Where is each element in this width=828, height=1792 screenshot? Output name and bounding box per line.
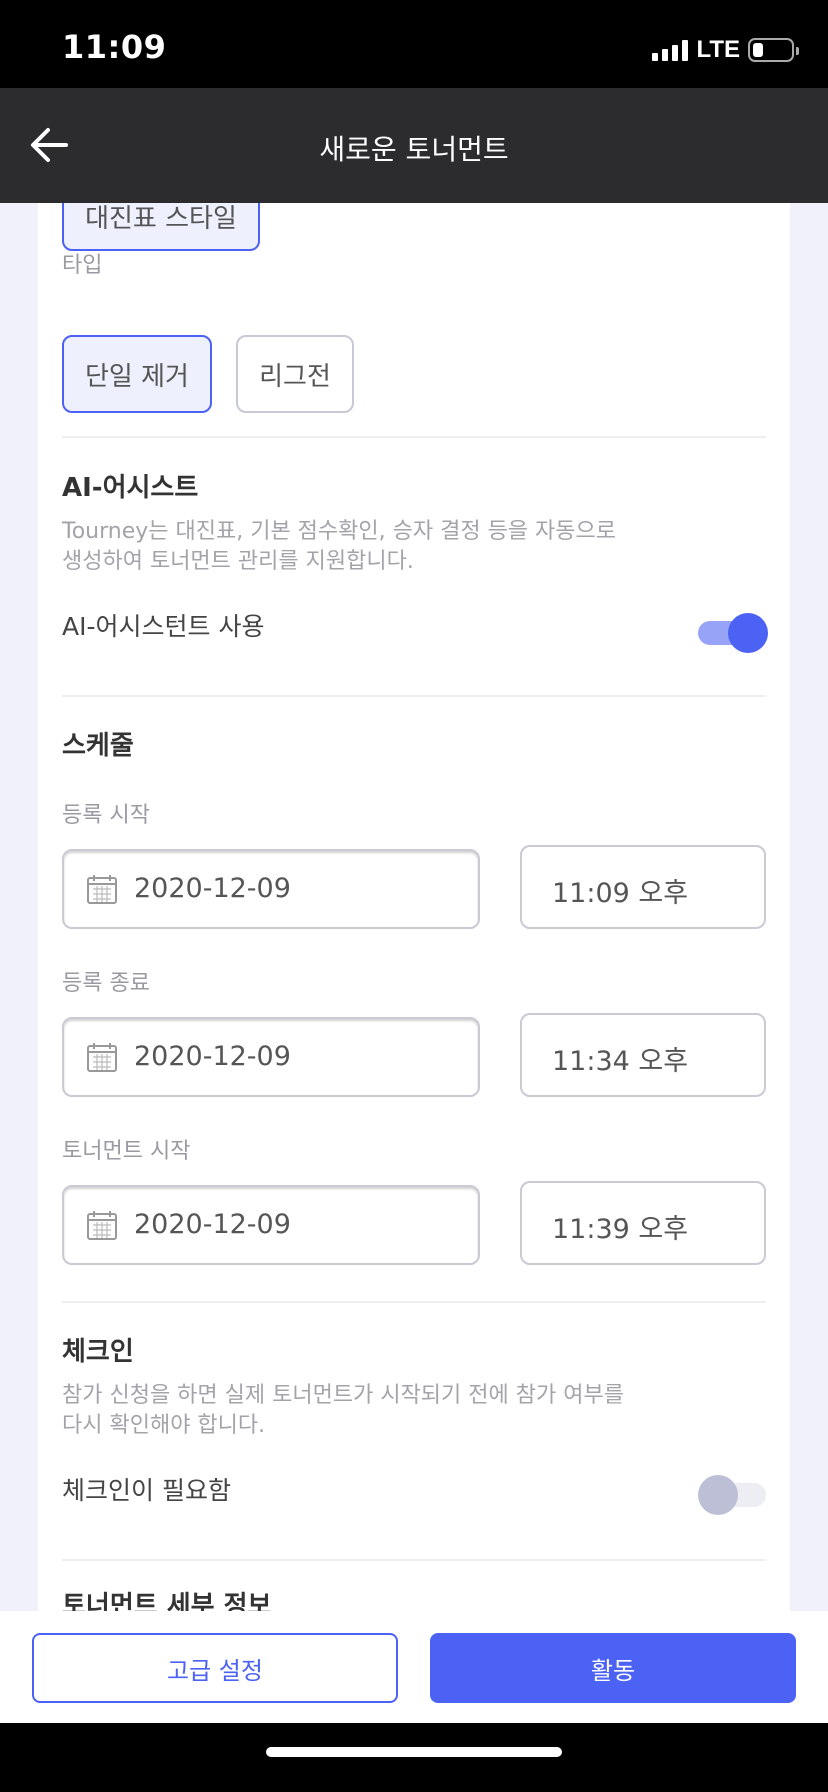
registration-end-date-field[interactable]: 2020-12-09 [62,1017,480,1097]
checkin-title: 체크인 [62,1337,134,1367]
registration-end-label: 등록 종료 [62,971,150,996]
calendar-icon [87,875,117,904]
ai-assist-title: AI-어시스트 [62,473,199,503]
registration-end-time-field[interactable]: 11:34 오후 [520,1013,766,1097]
home-indicator-area [0,1723,828,1792]
checkin-description: 참가 신청을 하면 실제 토너먼트가 시작되기 전에 참가 여부를 다시 확인해… [62,1381,624,1441]
ai-assist-description-line1: Tourney는 대진표, 기본 점수확인, 승자 결정 등을 자동으로 [62,519,616,544]
registration-start-date-field[interactable]: 2020-12-09 [62,849,480,929]
ai-assistant-toggle-label: AI-어시스턴트 사용 [62,612,265,641]
toggle-knob [698,1475,738,1515]
registration-start-label: 등록 시작 [62,803,150,828]
tournament-start-label: 토너먼트 시작 [62,1139,191,1164]
type-league-label: 리그전 [259,361,331,392]
divider [62,436,766,438]
type-single-elimination-label: 단일 제거 [85,361,189,392]
advanced-settings-button[interactable]: 고급 설정 [32,1633,398,1703]
status-indicators: LTE [652,36,799,64]
checkin-required-toggle[interactable] [698,1473,768,1517]
ai-assist-description: Tourney는 대진표, 기본 점수확인, 승자 결정 등을 자동으로 생성하… [62,517,616,577]
registration-start-time-field[interactable]: 11:09 오후 [520,845,766,929]
type-league-button[interactable]: 리그전 [236,335,354,413]
tournament-start-date-field[interactable]: 2020-12-09 [62,1185,480,1265]
format-bracket-style-label: 대진표 스타일 [85,203,237,234]
home-indicator[interactable] [266,1747,562,1757]
signal-icon [652,39,689,61]
divider [62,1559,766,1561]
page-title: 새로운 토너먼트 [319,133,509,166]
registration-end-time-value: 11:34 오후 [552,1046,689,1077]
ai-assistant-toggle[interactable] [698,611,768,655]
checkin-toggle-label: 체크인이 필요함 [62,1476,231,1505]
tournament-start-time-field[interactable]: 11:39 오후 [520,1181,766,1265]
checkin-description-line1: 참가 신청을 하면 실제 토너먼트가 시작되기 전에 참가 여부를 [62,1383,624,1408]
activate-label: 활동 [590,1656,636,1685]
status-bar: 11:09 LTE [0,0,828,88]
network-label: LTE [696,36,740,63]
registration-end-date-value: 2020-12-09 [134,1041,291,1072]
format-bracket-style-button[interactable]: 대진표 스타일 [62,203,260,251]
divider [62,695,766,697]
ai-assist-description-line2: 생성하여 토너먼트 관리를 지원합니다. [62,549,414,574]
registration-start-time-value: 11:09 오후 [552,878,689,909]
activate-button[interactable]: 활동 [430,1633,796,1703]
type-label: 타입 [62,253,103,278]
registration-start-date-value: 2020-12-09 [134,873,291,904]
checkin-description-line2: 다시 확인해야 합니다. [62,1413,266,1438]
tournament-start-date-value: 2020-12-09 [134,1209,291,1240]
divider [62,1301,766,1303]
bottom-action-bar: 고급 설정 활동 [0,1611,828,1723]
tournament-details-title: 토너먼트 세부 정보 [62,1591,272,1611]
advanced-settings-label: 고급 설정 [167,1656,263,1685]
calendar-icon [87,1043,117,1072]
tournament-start-time-value: 11:39 오후 [552,1214,689,1245]
type-single-elimination-button[interactable]: 단일 제거 [62,335,212,413]
form-card: 대진표 스타일 타입 단일 제거 리그전 AI-어시스트 Tourney는 대진… [38,203,790,1611]
status-time: 11:09 [62,28,167,66]
calendar-icon [87,1211,117,1240]
toggle-knob [728,613,768,653]
schedule-title: 스케줄 [62,731,134,761]
battery-icon [748,38,799,62]
nav-bar: 새로운 토너먼트 [0,88,828,203]
